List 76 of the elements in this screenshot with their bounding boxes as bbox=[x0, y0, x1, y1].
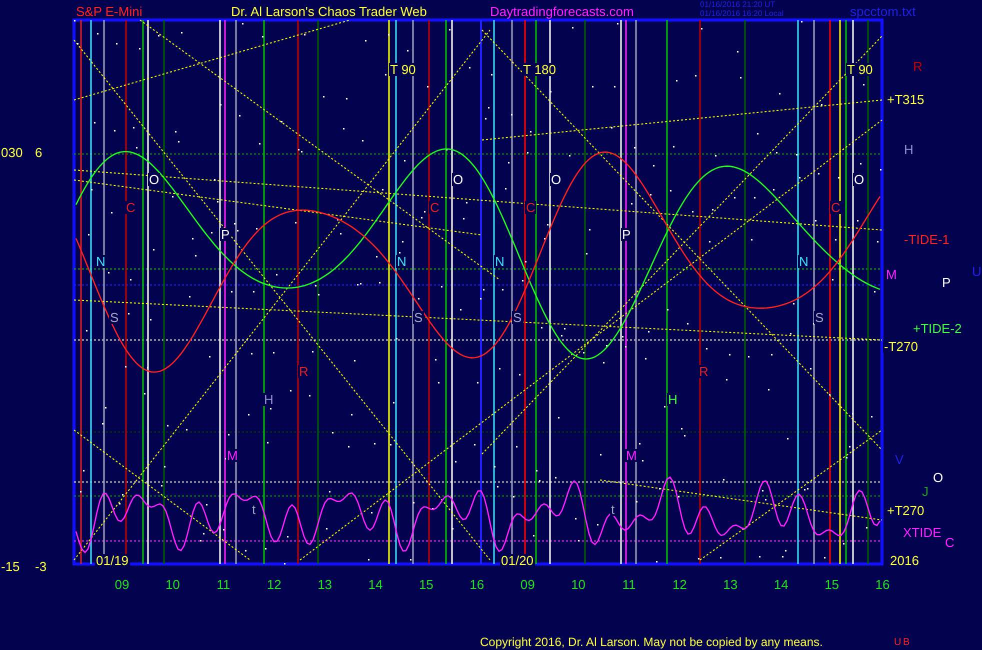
file-name: spcctom.txt bbox=[850, 5, 916, 18]
timestamp-utc: 01/16/2016 21:20 UT bbox=[700, 1, 776, 9]
chart-annotation: O bbox=[452, 173, 464, 186]
chart-annotation: P bbox=[220, 228, 231, 241]
footer-mark: U bbox=[894, 638, 902, 648]
chart-annotation: C bbox=[429, 201, 440, 214]
chart-annotation: +T270 bbox=[886, 504, 926, 517]
chart-annotation: N bbox=[95, 255, 106, 268]
chart-annotation: M bbox=[885, 268, 898, 281]
chart-annotation: +T315 bbox=[886, 93, 926, 106]
chart-annotation: T 90 bbox=[846, 63, 874, 76]
chart-annotation: R bbox=[912, 60, 924, 73]
chart-annotation: P bbox=[941, 276, 952, 289]
x-axis-label: 11 bbox=[621, 578, 637, 591]
chart-title: Dr. Al Larson's Chaos Trader Web bbox=[231, 5, 427, 18]
copyright-text: Copyright 2016, Dr. Al Larson. May not be copied by any means. bbox=[480, 636, 823, 648]
x-axis-label: 09 bbox=[114, 578, 130, 591]
chart-annotation: M bbox=[625, 449, 638, 462]
chart-annotation: H bbox=[263, 393, 274, 406]
chart-annotation: S bbox=[814, 311, 825, 324]
x-axis-label: 13 bbox=[722, 578, 739, 591]
chart-annotation: H bbox=[667, 393, 678, 406]
x-axis-label: 12 bbox=[266, 578, 282, 591]
x-axis-label: 16 bbox=[468, 578, 486, 591]
x-axis-label: 15 bbox=[824, 578, 840, 591]
chart-annotation: -T270 bbox=[883, 340, 919, 353]
chart-annotation: H bbox=[903, 143, 914, 156]
chart-annotation: N bbox=[396, 255, 408, 268]
chart-annotation: R bbox=[698, 365, 710, 378]
chart-annotation: C bbox=[525, 201, 536, 214]
chart-annotation: N bbox=[798, 255, 810, 268]
x-axis-label: 10 bbox=[164, 578, 181, 591]
x-axis-label: 14 bbox=[367, 578, 384, 591]
x-axis-label: 12 bbox=[671, 578, 688, 591]
chart-annotation: P bbox=[621, 228, 632, 241]
chart-annotation: U bbox=[971, 265, 982, 278]
chart-annotation: V bbox=[894, 453, 905, 466]
chart-annotation: S bbox=[512, 311, 523, 324]
timestamp-local: 01/16/2016 16:20 Local bbox=[700, 10, 784, 18]
x-axis-label: 16 bbox=[874, 578, 891, 591]
x-axis-label: 15 bbox=[418, 578, 434, 591]
site-link[interactable]: Daytradingforecasts.com bbox=[490, 5, 634, 18]
chart-annotation: R bbox=[298, 365, 310, 378]
chart-annotation: N bbox=[494, 255, 506, 268]
x-axis-label: 14 bbox=[772, 578, 790, 591]
chart-annotation: XTIDE bbox=[902, 526, 942, 539]
y-axis-label: 6 bbox=[35, 146, 42, 159]
chart-annotation: t bbox=[251, 503, 257, 516]
chart-annotation: O bbox=[550, 173, 562, 186]
instrument-title: S&P E-Mini bbox=[76, 5, 142, 18]
chart-annotation: C bbox=[944, 536, 956, 549]
x-axis-label: 11 bbox=[216, 578, 232, 591]
chart-annotation: C bbox=[125, 201, 136, 214]
chart-annotation: T 90 bbox=[389, 63, 417, 76]
chart-annotation: S bbox=[413, 311, 424, 324]
chart-annotation: S bbox=[109, 311, 120, 324]
chart-annotation: +TIDE-2 bbox=[912, 322, 963, 335]
chart-annotation: T 180 bbox=[522, 63, 558, 76]
y-axis-label: 030 bbox=[0, 146, 24, 159]
chart-annotation: O bbox=[148, 173, 160, 186]
x-axis-label: 13 bbox=[316, 578, 334, 591]
chart-annotation: C bbox=[830, 201, 842, 214]
chart-annotation: O bbox=[853, 173, 866, 186]
y-axis-label: -3 bbox=[35, 560, 47, 573]
chart-annotation: O bbox=[932, 471, 944, 484]
chart-annotation: 01/20 bbox=[500, 554, 535, 567]
chart-annotation: 01/19 bbox=[95, 554, 130, 567]
chart-annotation: M bbox=[226, 449, 239, 462]
chart-annotation: 2016 bbox=[889, 554, 920, 567]
chart-annotation: t bbox=[610, 503, 616, 516]
y-axis-label: -15 bbox=[0, 560, 21, 573]
chart-annotation: J bbox=[921, 485, 930, 498]
chart-annotation: -TIDE-1 bbox=[903, 233, 950, 246]
x-axis-label: 10 bbox=[570, 578, 587, 591]
x-axis-label: 09 bbox=[519, 578, 536, 591]
footer-mark: B bbox=[903, 638, 910, 648]
